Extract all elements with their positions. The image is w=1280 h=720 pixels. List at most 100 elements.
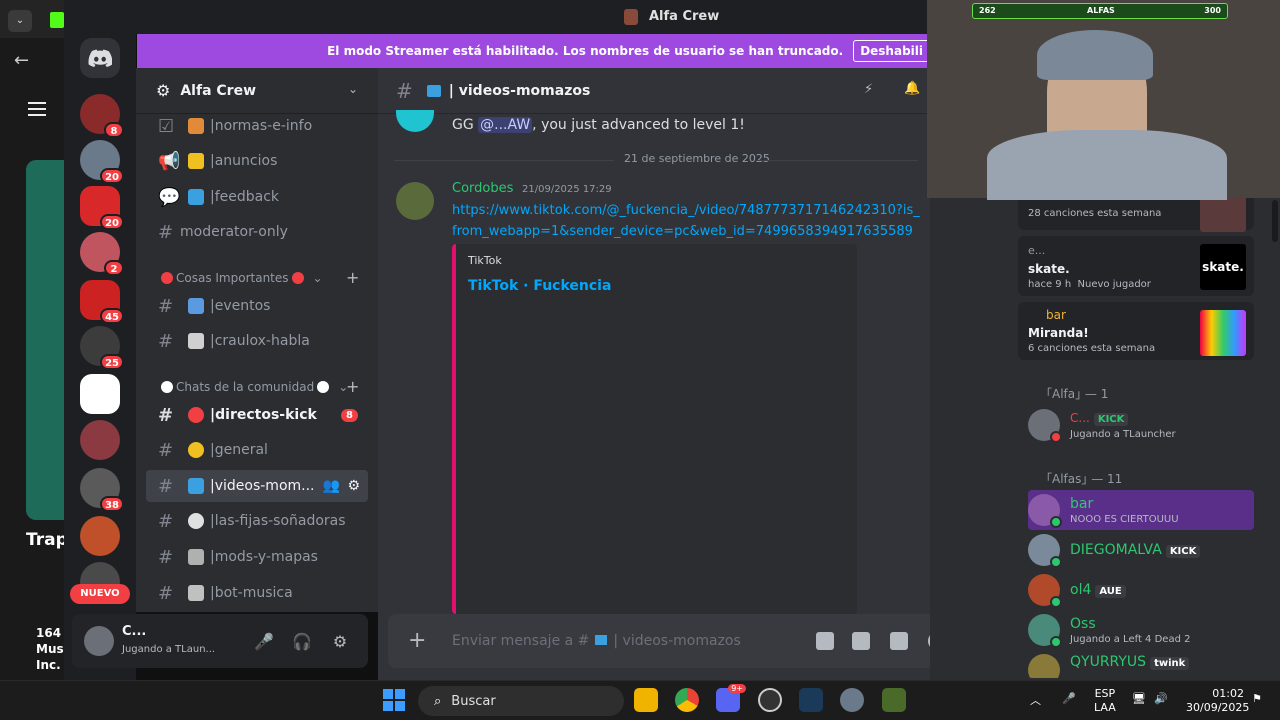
message-author[interactable]: Cordobes [452,181,513,196]
gift-icon[interactable] [816,632,834,650]
placeholder-channel: | videos-momazos [613,633,741,649]
server-icon[interactable]: 25 [80,326,124,370]
mention-badge: 20 [100,168,124,184]
invite-icon[interactable]: 👥 [323,478,340,494]
channel-bot-musica[interactable]: # | bot-musica [146,577,368,609]
channel-feedback[interactable]: 💬 | feedback [146,181,368,213]
obs-icon[interactable] [758,688,782,712]
gear-icon[interactable]: ⚙ [347,478,360,494]
notification-badge: 9+ [728,684,746,693]
activity-title: skate. [1028,262,1070,276]
message-link[interactable]: https://www.tiktok.com/@_fuckencia_/vide… [452,200,922,242]
microphone-icon[interactable]: 🎤 [254,632,274,652]
network-icon[interactable]: 🖥 [1132,692,1146,705]
tray-expand-icon[interactable]: ︿ [1030,692,1041,708]
member-group-label: ｢Alfa｣ — 1 [1046,387,1109,401]
member-item[interactable]: bar NOOO ES CIERTOUUU [1028,490,1254,530]
add-channel-button[interactable]: + [346,268,359,287]
file-explorer-icon[interactable] [634,688,658,712]
channel-moderator-only[interactable]: # moderator-only [146,216,368,248]
microphone-icon[interactable]: 🎤 [1062,692,1076,705]
server-icon[interactable]: 20 [80,186,124,230]
hash-icon: # [158,546,174,568]
member-status: Jugando a Left 4 Dead 2 [1070,634,1191,645]
bell-icon[interactable]: 🔔 [904,81,920,96]
add-channel-button[interactable]: + [346,377,359,396]
server-icon-twitch[interactable] [80,374,120,414]
volume-icon[interactable]: 🔊 [1154,692,1168,705]
chevron-down-icon: ⌄ [312,271,323,285]
scrollbar[interactable] [1272,200,1278,242]
member-item[interactable]: QYURRYUS twink [1028,650,1254,678]
minecraft-icon[interactable] [882,688,906,712]
hash-icon: # [158,404,174,426]
hamburger-menu-icon[interactable] [28,102,46,116]
server-icon[interactable]: 45 [80,280,124,324]
channel-label: craulox-habla [214,333,310,349]
xp-progress-bar: 262 ALFAS 300 [972,3,1228,19]
monitor-icon [188,478,204,494]
steam-icon[interactable] [799,688,823,712]
channel-anuncios[interactable]: 📢 | anuncios [146,145,368,177]
clock[interactable]: 01:02 30/09/2025 [1186,687,1250,715]
red-circle-icon [188,407,204,423]
channel-videos-momazos[interactable]: # | videos-mom... 👥 ⚙ [146,470,368,502]
channel-las-fijas-sonadoras[interactable]: # | las-fijas-soñadoras [146,505,368,537]
channel-craulox-habla[interactable]: # | craulox-habla [146,325,368,357]
server-icon-alfa[interactable]: 8 [80,94,124,138]
discord-home-button[interactable] [80,38,120,78]
channel-normas-e-info[interactable]: ☑ | normas-e-info [146,110,368,142]
threads-icon[interactable]: ⚡ [864,82,873,97]
windows-start-icon[interactable] [383,689,405,711]
channel-eventos[interactable]: # | eventos [146,290,368,322]
member-group-label: ｢Alfas｣ — 11 [1046,472,1123,486]
tab-list-button[interactable]: ⌄ [8,10,32,32]
red-circle-icon [161,272,173,284]
server-header[interactable]: ⚙ Alfa Crew ⌄ [136,68,378,114]
headphones-icon[interactable]: 🎧 [292,632,312,652]
chrome-icon[interactable] [675,688,699,712]
status-indicator [1050,556,1062,568]
disable-button[interactable]: Deshabili [853,40,930,62]
date-label: 30/09/2025 [1186,701,1250,714]
server-icon[interactable]: 2 [80,232,124,276]
add-attachment-icon[interactable]: + [408,628,426,653]
time-label: 01:02 [1212,687,1244,700]
channel-general[interactable]: # | general [146,434,368,466]
back-arrow-icon[interactable]: ← [14,50,29,71]
background-card [26,160,66,520]
activity-user: e... [1028,244,1046,257]
member-item[interactable]: Oss Jugando a Left 4 Dead 2 [1028,610,1254,650]
avatar[interactable] [84,626,114,656]
category-chats[interactable]: Chats de la comunidad ⌄ [158,380,348,394]
server-icon[interactable]: 38 [80,468,124,512]
status-indicator [1050,596,1062,608]
gif-icon[interactable] [852,632,870,650]
activity-card[interactable]: e... skate. hace 9 h Nuevo jugador skate… [1018,236,1254,296]
message-input[interactable]: + Enviar mensaje a # | videos-momazos [388,614,1000,668]
discord-icon[interactable]: 9+ [716,684,746,712]
member-item[interactable]: ol4 AUE [1028,570,1254,610]
category-cosas-importantes[interactable]: Cosas Importantes ⌄ [158,271,323,285]
user-mention[interactable]: @...AW [478,117,533,133]
avatar[interactable] [396,182,434,220]
settings-icon[interactable] [840,688,864,712]
bell-icon [188,153,204,169]
activity-card[interactable]: bar Miranda! 6 canciones esta semana [1018,302,1254,360]
taskbar-search[interactable]: ⌕ Buscar [418,686,624,716]
channel-mods-y-mapas[interactable]: # | mods-y-mapas [146,541,368,573]
language-indicator[interactable]: ESP LAA [1094,687,1116,715]
notifications-icon[interactable]: ⚑ [1252,692,1262,705]
server-icon[interactable] [80,420,120,460]
member-item[interactable]: DIEGOMALVA KICK [1028,530,1254,570]
date-separator: 21 de septiembre de 2025 [394,152,918,168]
embed-title[interactable]: TikTok · Fuckencia [468,278,611,294]
gear-icon[interactable]: ⚙ [330,632,350,652]
channel-directos-kick[interactable]: # | directos-kick 8 [146,399,368,431]
member-name: DIEGOMALVA KICK [1070,542,1201,558]
server-icon[interactable]: 20 [80,140,124,184]
game-art: skate. [1200,244,1246,290]
member-item[interactable]: C... KICK Jugando a TLauncher [1028,405,1254,445]
sticker-icon[interactable] [890,632,908,650]
server-icon[interactable] [80,516,120,556]
